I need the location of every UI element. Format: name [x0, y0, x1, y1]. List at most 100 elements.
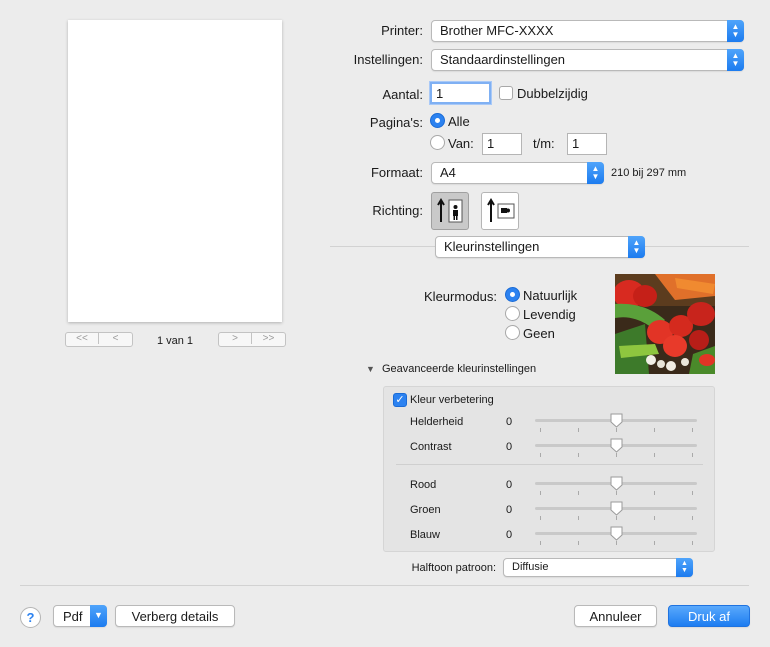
slider-tick	[616, 428, 617, 432]
slider-value: 0	[506, 479, 513, 491]
settings-label: Instellingen:	[353, 52, 423, 67]
pages-to-label: t/m:	[533, 136, 555, 151]
popup-arrows-icon: ▲ ▼	[676, 558, 693, 577]
slider-tick	[692, 491, 693, 495]
slider-tick	[616, 453, 617, 457]
pages-label: Pagina's:	[369, 115, 423, 130]
slider-thumb[interactable]	[610, 501, 623, 516]
slider-tick	[654, 516, 655, 520]
slider-thumb[interactable]	[610, 476, 623, 491]
printer-popup[interactable]: Brother MFC-XXXX ▲ ▼	[431, 20, 744, 42]
slider-tick	[692, 453, 693, 457]
color-mode-vivid-label: Levendig	[523, 307, 576, 322]
slider-tick	[578, 516, 579, 520]
slider-tick	[654, 428, 655, 432]
first-page-button[interactable]: <<	[66, 333, 99, 344]
help-icon: ?	[26, 610, 35, 625]
section-popup[interactable]: Kleurinstellingen ▲ ▼	[435, 236, 645, 258]
pages-from-field[interactable]: 1	[482, 133, 522, 155]
help-button[interactable]: ?	[20, 607, 41, 628]
copies-label: Aantal:	[382, 87, 423, 102]
advanced-disclosure-triangle-icon[interactable]: ▼	[366, 364, 375, 374]
portrait-icon	[437, 198, 463, 223]
halftone-value: Diffusie	[512, 561, 549, 573]
color-sample-image	[615, 274, 715, 374]
preview-first-prev[interactable]: << <	[65, 332, 133, 347]
pages-to-field[interactable]: 1	[567, 133, 607, 155]
halftone-label: Halftoon patroon:	[411, 562, 496, 574]
popup-arrows-icon: ▲ ▼	[727, 20, 744, 42]
slider-tick	[654, 491, 655, 495]
slider-tick	[616, 491, 617, 495]
color-enhance-label: Kleur verbetering	[410, 394, 494, 406]
landscape-icon	[487, 198, 515, 222]
format-popup[interactable]: A4 ▲ ▼	[431, 162, 604, 184]
slider-tick	[654, 453, 655, 457]
halftone-popup[interactable]: Diffusie ▲ ▼	[503, 558, 693, 577]
slider-value: 0	[506, 441, 513, 453]
cancel-button[interactable]: Annuleer	[574, 605, 657, 627]
color-enhance-checkbox[interactable]: ✓	[393, 393, 407, 407]
orientation-portrait-button[interactable]	[431, 192, 469, 230]
color-mode-natural-radio[interactable]	[505, 287, 520, 302]
color-mode-label: Kleurmodus:	[424, 289, 497, 304]
pages-from-label: Van:	[448, 136, 474, 151]
color-mode-none-label: Geen	[523, 326, 555, 341]
page-preview	[68, 20, 282, 322]
color-mode-vivid-radio[interactable]	[505, 306, 520, 321]
slider-tick	[540, 428, 541, 432]
printer-label: Printer:	[381, 23, 423, 38]
slider-tick	[692, 516, 693, 520]
slider-tick	[578, 453, 579, 457]
hide-details-button[interactable]: Verberg details	[115, 605, 235, 627]
slider-tick	[540, 516, 541, 520]
slider-tick	[540, 453, 541, 457]
slider-value: 0	[506, 504, 513, 516]
slider-tick	[692, 541, 693, 545]
slider-label: Contrast	[410, 441, 452, 453]
slider-group-separator	[396, 464, 703, 465]
prev-page-button[interactable]: <	[99, 333, 132, 344]
pages-all-label: Alle	[448, 114, 470, 129]
orientation-label: Richting:	[372, 203, 423, 218]
color-mode-none-radio[interactable]	[505, 325, 520, 340]
slider-label: Blauw	[410, 529, 440, 541]
popup-arrows-icon: ▲ ▼	[628, 236, 645, 258]
pdf-menu-chevron-icon: ▼	[90, 605, 107, 627]
printer-value: Brother MFC-XXXX	[440, 23, 554, 38]
pdf-button[interactable]: Pdf ▼	[53, 605, 107, 627]
slider-tick	[692, 428, 693, 432]
duplex-checkbox[interactable]	[499, 86, 513, 100]
slider-label: Helderheid	[410, 416, 464, 428]
slider-tick	[616, 516, 617, 520]
duplex-label: Dubbelzijdig	[517, 86, 588, 101]
color-mode-natural-label: Natuurlijk	[523, 288, 578, 303]
next-page-button[interactable]: >	[219, 333, 252, 344]
slider-thumb[interactable]	[610, 413, 623, 428]
copies-field[interactable]: 1	[430, 82, 491, 104]
popup-arrows-icon: ▲ ▼	[587, 162, 604, 184]
popup-arrows-icon: ▲ ▼	[727, 49, 744, 71]
pages-all-radio[interactable]	[430, 113, 445, 128]
page-indicator: 1 van 1	[156, 335, 194, 347]
section-value: Kleurinstellingen	[444, 239, 540, 254]
slider-tick	[578, 428, 579, 432]
slider-tick	[578, 541, 579, 545]
advanced-disclosure-label[interactable]: Geavanceerde kleurinstellingen	[382, 363, 536, 375]
slider-label: Groen	[410, 504, 441, 516]
orientation-landscape-button[interactable]	[481, 192, 519, 230]
slider-value: 0	[506, 529, 513, 541]
pdf-label: Pdf	[63, 609, 83, 624]
preview-next-last[interactable]: > >>	[218, 332, 286, 347]
settings-value: Standaardinstellingen	[440, 52, 566, 67]
pages-range-radio[interactable]	[430, 135, 445, 150]
slider-tick	[616, 541, 617, 545]
print-button[interactable]: Druk af	[668, 605, 750, 627]
slider-thumb[interactable]	[610, 438, 623, 453]
last-page-button[interactable]: >>	[252, 333, 285, 344]
settings-popup[interactable]: Standaardinstellingen ▲ ▼	[431, 49, 744, 71]
format-label: Formaat:	[370, 165, 423, 180]
advanced-panel	[383, 386, 715, 552]
slider-thumb[interactable]	[610, 526, 623, 541]
slider-tick	[578, 491, 579, 495]
